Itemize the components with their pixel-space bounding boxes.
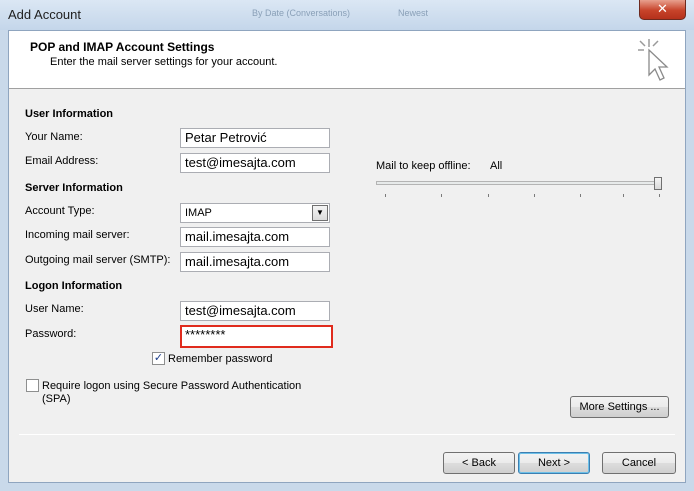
slider-tick bbox=[441, 194, 442, 197]
footer-divider bbox=[19, 434, 675, 435]
user-info-heading: User Information bbox=[25, 108, 114, 120]
incoming-server-label: Incoming mail server: bbox=[25, 229, 130, 241]
password-label: Password: bbox=[25, 328, 77, 340]
spa-label-line2: (SPA) bbox=[42, 393, 71, 405]
window-title: Add Account bbox=[8, 7, 81, 22]
next-button[interactable]: Next > bbox=[518, 452, 590, 474]
more-settings-button[interactable]: More Settings ... bbox=[570, 396, 669, 418]
cancel-button[interactable]: Cancel bbox=[602, 452, 676, 474]
chevron-down-icon[interactable]: ▼ bbox=[312, 205, 328, 221]
remember-password-label: Remember password bbox=[168, 353, 273, 365]
header-subtitle: Enter the mail server settings for your … bbox=[50, 56, 278, 68]
offline-slider-thumb[interactable] bbox=[654, 177, 662, 190]
header-title: POP and IMAP Account Settings bbox=[30, 40, 215, 54]
slider-tick bbox=[580, 194, 581, 197]
dialog-body: POP and IMAP Account Settings Enter the … bbox=[8, 30, 686, 483]
slider-tick bbox=[534, 194, 535, 197]
your-name-label: Your Name: bbox=[25, 131, 83, 143]
account-type-label: Account Type: bbox=[25, 205, 95, 217]
slider-tick bbox=[623, 194, 624, 197]
outgoing-server-field[interactable]: mail.imesajta.com bbox=[180, 252, 330, 272]
slider-tick bbox=[385, 194, 386, 197]
background-order-text: Newest bbox=[398, 8, 429, 18]
spa-label-line1: Require logon using Secure Password Auth… bbox=[42, 380, 302, 392]
cursor-click-icon bbox=[638, 39, 669, 81]
your-name-field[interactable]: Petar Petrović bbox=[180, 128, 330, 148]
checkmark-icon: ✓ bbox=[153, 352, 164, 364]
spa-checkbox[interactable] bbox=[26, 379, 39, 392]
offline-slider-track[interactable] bbox=[376, 181, 656, 185]
email-label: Email Address: bbox=[25, 155, 99, 167]
back-button[interactable]: < Back bbox=[443, 452, 515, 474]
incoming-server-field[interactable]: mail.imesajta.com bbox=[180, 227, 330, 247]
close-icon: ✕ bbox=[657, 1, 668, 16]
dialog-header: POP and IMAP Account Settings Enter the … bbox=[9, 31, 685, 89]
username-field[interactable]: test@imesajta.com bbox=[180, 301, 330, 321]
server-info-heading: Server Information bbox=[25, 182, 123, 194]
account-type-value: IMAP bbox=[185, 207, 212, 219]
remember-password-checkbox[interactable]: ✓ bbox=[152, 352, 165, 365]
outgoing-server-label: Outgoing mail server (SMTP): bbox=[25, 254, 171, 266]
background-sort-text: By Date (Conversations) bbox=[252, 8, 351, 18]
slider-tick bbox=[488, 194, 489, 197]
logon-info-heading: Logon Information bbox=[25, 280, 123, 292]
close-button[interactable]: ✕ bbox=[639, 0, 686, 20]
offline-value: All bbox=[490, 160, 503, 172]
slider-tick bbox=[659, 194, 660, 197]
password-field[interactable]: ******** bbox=[180, 325, 333, 348]
username-label: User Name: bbox=[25, 303, 84, 315]
email-field[interactable]: test@imesajta.com bbox=[180, 153, 330, 173]
offline-label: Mail to keep offline: bbox=[376, 160, 471, 172]
title-bar: Add Account By Date (Conversations) Newe… bbox=[0, 0, 694, 30]
account-type-select[interactable]: IMAP ▼ bbox=[180, 203, 330, 223]
